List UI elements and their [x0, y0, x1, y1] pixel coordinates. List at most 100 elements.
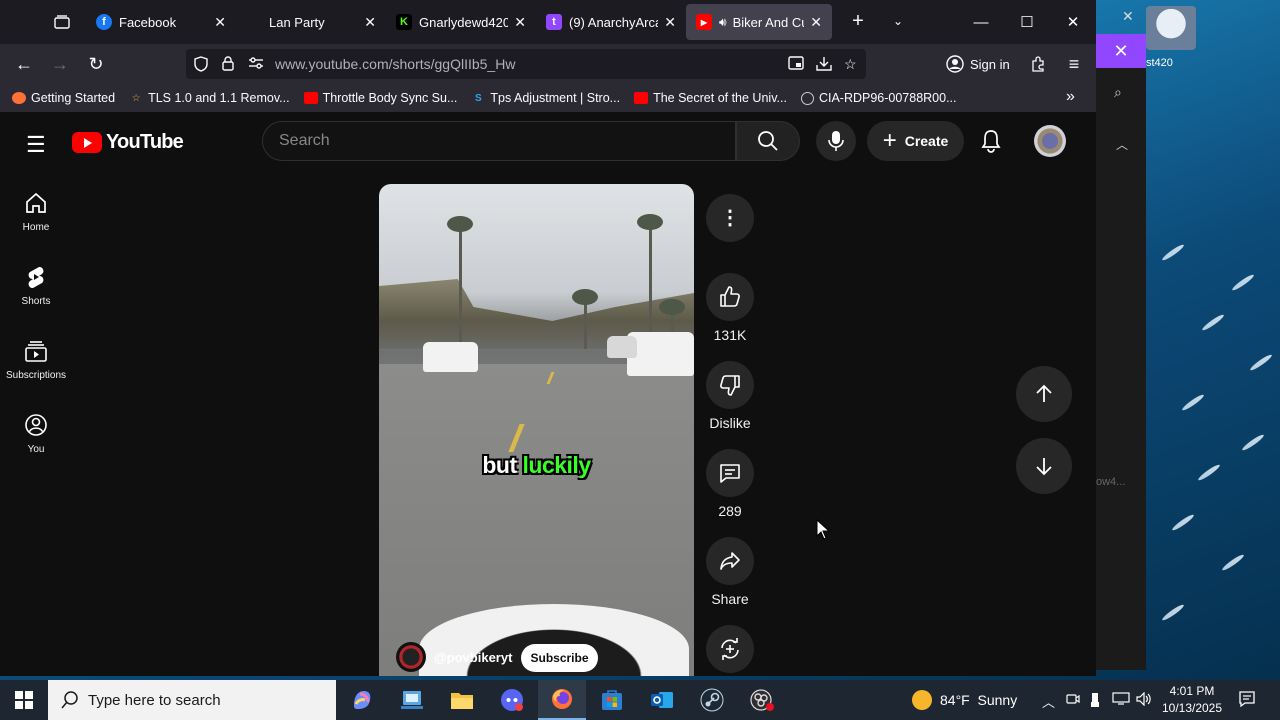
download-icon[interactable]: [816, 56, 832, 74]
speaker-icon[interactable]: 🔊︎: [719, 15, 727, 30]
thumbs-down-icon: [720, 375, 740, 396]
sign-in-button[interactable]: Sign in: [946, 50, 1010, 78]
comment-icon: [720, 464, 740, 483]
clock[interactable]: 4:01 PM 10/13/2025: [1156, 683, 1228, 717]
close-icon[interactable]: ✕: [364, 14, 376, 31]
search-input[interactable]: Search: [262, 121, 736, 161]
youtube-logo[interactable]: YouTube: [72, 131, 184, 154]
create-button[interactable]: + Create: [867, 121, 964, 161]
close-icon[interactable]: ✕: [214, 14, 226, 31]
tab-youtube-active[interactable]: ▶ 🔊︎ Biker And Cu ✕: [686, 4, 832, 40]
chevron-down-icon[interactable]: ⌄: [878, 14, 918, 28]
volume-icon[interactable]: [1136, 691, 1152, 709]
sidebar-item-home[interactable]: Home: [0, 190, 72, 233]
back-icon[interactable]: ←: [10, 50, 38, 78]
bookmark-star-icon[interactable]: ☆: [844, 56, 857, 73]
voice-search-button[interactable]: [816, 121, 856, 161]
shield-icon[interactable]: [194, 56, 208, 75]
channel-info[interactable]: @povbikeryt: [396, 642, 512, 672]
bookmark-item[interactable]: Throttle Body Sync Su...: [303, 91, 457, 105]
channel-avatar[interactable]: [396, 642, 426, 672]
tab-lan-party[interactable]: Lan Party ✕: [236, 4, 386, 40]
picture-in-picture-icon[interactable]: [788, 56, 804, 73]
bookmark-item[interactable]: ☆ TLS 1.0 and 1.1 Remov...: [129, 91, 290, 105]
comments-button[interactable]: [706, 449, 754, 497]
firefox-icon[interactable]: [538, 680, 586, 720]
new-tab-icon[interactable]: +: [838, 10, 878, 33]
close-icon[interactable]: ✕: [664, 14, 676, 31]
weather-widget[interactable]: 84°F Sunny: [912, 680, 1017, 720]
bookmark-item[interactable]: Getting Started: [12, 91, 115, 105]
hamburger-menu-icon[interactable]: ≡: [1060, 50, 1088, 78]
search-icon[interactable]: ⌕: [1114, 84, 1122, 101]
tab-title: (9) AnarchyArcad: [569, 14, 658, 30]
tab-facebook[interactable]: f Facebook ✕: [86, 4, 236, 40]
tab-list-icon[interactable]: [40, 0, 84, 44]
tab-kick[interactable]: K Gnarlydewd420 S ✕: [386, 4, 536, 40]
remix-button[interactable]: [706, 625, 754, 673]
task-view-icon[interactable]: [388, 680, 436, 720]
reload-icon[interactable]: ↻: [82, 50, 110, 78]
discord-icon[interactable]: [488, 680, 536, 720]
sidebar-item-you[interactable]: You: [0, 412, 72, 455]
url-bar[interactable]: www.youtube.com/shorts/ggQlIIb5_Hw ☆: [186, 49, 866, 79]
tab-twitch[interactable]: t (9) AnarchyArcad ✕: [536, 4, 686, 40]
close-window-icon[interactable]: ✕: [1050, 0, 1096, 44]
previous-short-button[interactable]: [1016, 366, 1072, 422]
start-button[interactable]: [0, 680, 48, 720]
s-logo-icon: S: [475, 92, 482, 104]
account-icon: [946, 55, 964, 73]
background-window[interactable]: ✕ ⌕ ︿ ow4...: [1096, 34, 1146, 670]
fish-decoration: [1230, 272, 1256, 293]
file-explorer-icon[interactable]: [438, 680, 486, 720]
sidebar-item-label: Subscriptions: [5, 370, 67, 381]
guide-menu-icon[interactable]: ☰: [26, 132, 46, 158]
tab-title: Lan Party: [269, 14, 325, 30]
notification-center-icon[interactable]: [1238, 690, 1256, 713]
like-button[interactable]: [706, 273, 754, 321]
steam-icon[interactable]: [688, 680, 736, 720]
search-button[interactable]: [736, 121, 800, 161]
sidebar-item-shorts[interactable]: Shorts: [0, 264, 72, 307]
chevron-up-icon[interactable]: ︿: [1116, 136, 1128, 153]
meet-now-icon[interactable]: [1066, 692, 1080, 709]
minimize-icon[interactable]: —: [958, 0, 1004, 44]
forward-icon[interactable]: →: [46, 50, 74, 78]
network-icon[interactable]: [1112, 692, 1130, 709]
desktop-shortcut-icon[interactable]: [1146, 6, 1196, 50]
bookmark-item[interactable]: S Tps Adjustment | Stro...: [471, 91, 620, 105]
close-icon[interactable]: ✕: [1122, 8, 1134, 25]
subscribe-button[interactable]: Subscribe: [521, 644, 598, 672]
short-video-player[interactable]: but luckily: [379, 184, 694, 676]
fish-decoration: [1200, 312, 1226, 333]
permissions-icon[interactable]: [248, 56, 264, 73]
more-bookmarks-icon[interactable]: »: [1066, 88, 1075, 106]
extensions-icon[interactable]: [1024, 50, 1052, 78]
close-icon[interactable]: ✕: [810, 14, 822, 31]
avatar[interactable]: [1034, 125, 1066, 157]
copilot-icon[interactable]: [338, 680, 386, 720]
taskbar-search-input[interactable]: Type here to search: [48, 680, 336, 720]
close-icon[interactable]: ✕: [514, 14, 526, 31]
twitch-icon: t: [546, 14, 562, 30]
maximize-icon[interactable]: ☐: [1004, 0, 1050, 44]
lock-icon[interactable]: [222, 56, 234, 74]
sidebar-item-subscriptions[interactable]: Subscriptions: [0, 338, 72, 381]
bookmark-item[interactable]: The Secret of the Univ...: [634, 91, 787, 105]
obs-icon[interactable]: [738, 680, 786, 720]
dislike-button[interactable]: [706, 361, 754, 409]
outlook-icon[interactable]: [638, 680, 686, 720]
bookmark-item[interactable]: CIA-RDP96-00788R00...: [800, 91, 957, 105]
parked-car: [607, 336, 637, 358]
chevron-up-icon[interactable]: ︿: [1042, 692, 1055, 711]
microsoft-store-icon[interactable]: [588, 680, 636, 720]
youtube-wordmark: YouTube: [106, 131, 184, 153]
next-short-button[interactable]: [1016, 438, 1072, 494]
navigation-bar: ← → ↻ www.youtube.com/shorts/ggQlIIb5_Hw…: [0, 44, 1096, 84]
channel-name[interactable]: @povbikeryt: [434, 650, 512, 665]
share-button[interactable]: [706, 537, 754, 585]
usb-icon[interactable]: [1090, 692, 1100, 711]
more-options-button[interactable]: ⋮: [706, 194, 754, 242]
close-icon[interactable]: ✕: [1096, 34, 1146, 68]
notifications-bell-icon[interactable]: [980, 129, 1002, 159]
